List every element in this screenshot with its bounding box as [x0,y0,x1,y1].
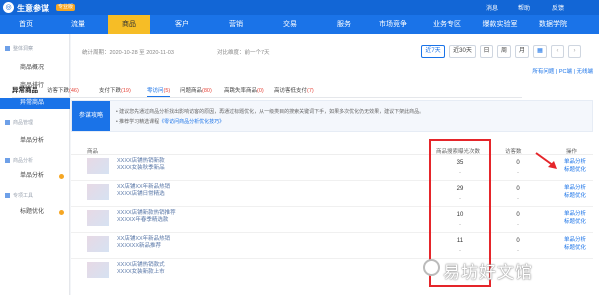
brand-name: 生意参谋 [17,4,49,13]
product-thumbnail [87,210,109,226]
nav-home[interactable]: 首页 [8,15,44,34]
visitors-change: - [517,170,519,176]
tab-pay-drop[interactable]: 支付下跌(19) [99,86,131,96]
feedback-link[interactable]: 反馈 [552,3,564,12]
table-header-divider [71,154,593,155]
product-thumbnail [87,158,109,174]
sidebar-item-manage[interactable]: 单品分析 [0,136,70,147]
product-name[interactable]: XXXX店铺热销款式 XXXX女装新款上市 [117,262,227,276]
brand-logo-icon: ◎ [3,2,14,13]
row-divider [71,206,593,207]
tip-line-1: • 建议您先通过商品分析找出影响访客的原因，再通过标题优化，从一级类目的搜索关键… [116,109,425,115]
strategy-badge: 参谋攻略 [72,101,110,131]
course-link[interactable]: 《零访问商品分析优化技巧》 [159,119,224,125]
tab-problem-product[interactable]: 问题商品(80) [180,86,212,96]
visitors-value: 0 [516,160,520,166]
manage-icon [5,120,10,125]
highlight-arrow-icon [535,152,557,169]
range-week-button[interactable]: 周 [497,45,511,58]
range-month-button[interactable]: 月 [515,45,529,58]
watermark: 易坊好文馆 [443,263,533,283]
tools-icon [5,193,10,198]
nav-academy[interactable]: 数据学院 [528,15,578,34]
nav-marketing[interactable]: 营销 [218,15,254,34]
new-dot-icon [59,210,64,215]
edition-badge: 专业版 [56,4,76,11]
visitors-change: - [517,196,519,202]
product-name[interactable]: XX店铺XX年新品热销 XXXX店铺日常精选 [117,184,227,198]
product-thumbnail [87,236,109,252]
tab-visitor-drop[interactable]: 访客下跌(46) [47,86,79,96]
sidebar: 整体洞察 商品概况 商品排行 异常商品 商品管理 单品分析 商品分析 单品分析 … [0,34,70,295]
tab-title: 异常商品 [12,87,38,94]
analysis-icon [5,158,10,163]
tab-high-bounce[interactable]: 高跳失率商品(0) [224,86,264,96]
stat-period: 统计周期：2020-10-28 至 2020-11-03 [82,50,174,56]
sidebar-item-title-optimize[interactable]: 标题优化 [0,207,70,218]
tab-zero-visit[interactable]: 零访问(5) [147,86,171,97]
nav-traffic[interactable]: 流量 [60,15,96,34]
single-analysis-link[interactable]: 单品分析 [564,237,586,244]
product-name[interactable]: XXXX店铺新款热销推荐 XXXXX年春季精选款 [117,210,227,224]
next-icon[interactable]: › [568,45,581,58]
title-optimize-link[interactable]: 标题优化 [564,219,586,226]
visitors-change: - [517,248,519,254]
range-30days-button[interactable]: 近30天 [449,45,476,58]
overview-icon [5,46,10,51]
device-filter-links[interactable]: 所有问题 | PC端 | 无线端 [532,67,593,75]
sidebar-group-analysis: 商品分析 [5,157,33,164]
visitors-value: 0 [516,186,520,192]
visitors-value: 0 [516,212,520,218]
nav-service[interactable]: 服务 [326,15,362,34]
single-analysis-link[interactable]: 单品分析 [564,159,586,166]
nav-business[interactable]: 业务专区 [424,15,470,34]
top-header: ◎ 生意参谋 专业版 消息 帮助 反馈 [0,0,599,15]
row-divider [71,232,593,233]
visitors-change: - [517,222,519,228]
nav-customer[interactable]: 客户 [164,15,200,34]
calendar-icon[interactable]: ▦ [533,45,547,58]
prev-icon[interactable]: ‹ [551,45,564,58]
sidebar-group-overview: 整体洞察 [5,45,33,52]
product-name[interactable]: XX店铺XX年新品热销 XXXXXX新品推荐 [117,236,227,250]
strategy-tip: 参谋攻略 • 建议您先通过商品分析找出影响访客的原因，再通过标题优化，从一级类目… [71,100,593,132]
product-name[interactable]: XXXX店铺热销新款 XXXX女装秋季新品 [117,158,227,172]
title-optimize-link[interactable]: 标题优化 [564,245,586,252]
single-analysis-link[interactable]: 单品分析 [564,185,586,192]
visitors-value: 0 [516,238,520,244]
sidebar-item-single-analysis[interactable]: 单品分析 [0,171,70,182]
nav-lab[interactable]: 爆款实验室 [472,15,528,34]
row-divider [71,180,593,181]
single-analysis-link[interactable]: 单品分析 [564,211,586,218]
sidebar-group-tools: 专项工具 [5,192,33,199]
nav-market[interactable]: 市场竞争 [370,15,416,34]
range-7days-button[interactable]: 近7天 [421,45,445,58]
new-dot-icon [59,174,64,179]
nav-product[interactable]: 商品 [108,15,150,34]
compare-dimension: 对比维度：前一个7天 [217,50,270,56]
sidebar-item-abnormal[interactable]: 异常商品 [0,98,70,109]
nav-trade[interactable]: 交易 [272,15,308,34]
tab-high-visitor-low-pay[interactable]: 高访客低支付(7) [274,86,314,96]
title-optimize-link[interactable]: 标题优化 [564,167,586,174]
sidebar-item-overview[interactable]: 商品概况 [0,63,70,74]
main-nav: 首页 流量 商品 客户 营销 交易 服务 市场竞争 业务专区 爆款实验室 数据学… [0,15,599,34]
sidebar-group-manage: 商品管理 [5,119,33,126]
product-thumbnail [87,184,109,200]
title-optimize-link[interactable]: 标题优化 [564,193,586,200]
tip-line-2: • 推荐学习精选课程《零访问商品分析优化技巧》 [116,119,225,125]
abnormal-tabs: 异常商品 访客下跌(46) 支付下跌(19) 零访问(5) 问题商品(80) 高… [12,86,522,98]
help-link[interactable]: 帮助 [518,3,530,12]
message-link[interactable]: 消息 [486,3,498,12]
watermark-logo-icon [423,259,440,276]
range-day-button[interactable]: 日 [480,45,493,58]
product-thumbnail [87,262,109,278]
